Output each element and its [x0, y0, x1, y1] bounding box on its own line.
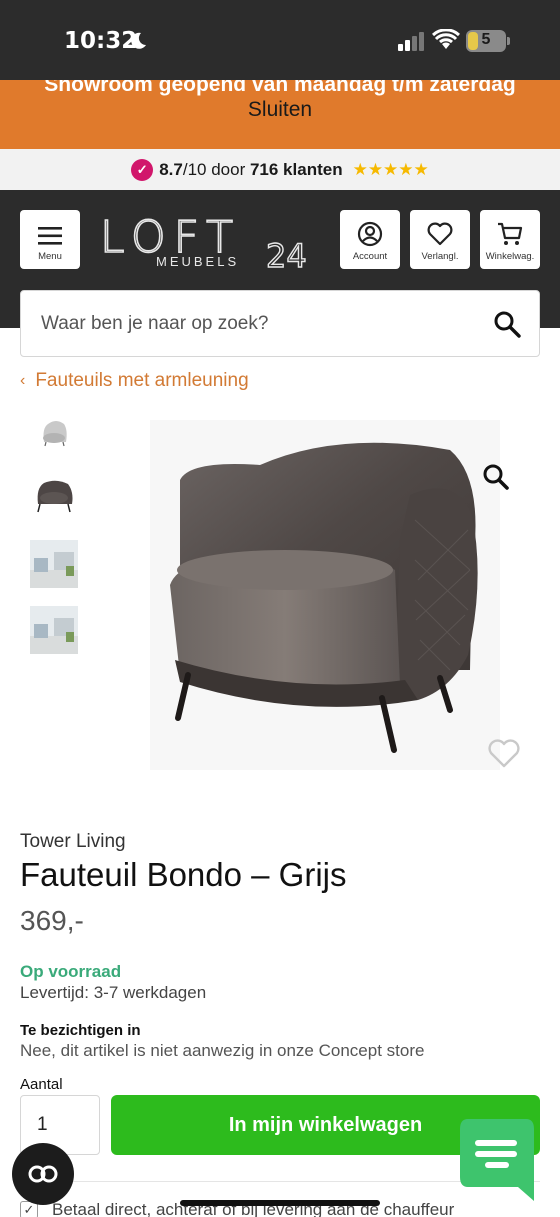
wishlist-label: Verlangl. [421, 251, 459, 262]
product-title: Fauteuil Bondo – Grijs [20, 856, 347, 893]
breadcrumb-link[interactable]: Fauteuils met armleuning [35, 370, 248, 392]
home-indicator [180, 1200, 380, 1206]
moon-icon [131, 32, 146, 49]
viewing-value: Nee, dit artikel is niet aanwezig in onz… [20, 1041, 425, 1060]
account-label: Account [352, 251, 388, 262]
battery-level: 5 [481, 31, 491, 48]
menu-label: Menu [38, 251, 62, 262]
battery-icon: 5 [466, 30, 510, 52]
wishlist-button[interactable]: Verlangl. [410, 210, 470, 269]
product-brand[interactable]: Tower Living [20, 831, 126, 853]
rating-bar[interactable]: ✓ 8.7/10 door 716 klanten ★★★★★ [0, 149, 560, 190]
stock-status: Op voorraad [20, 962, 122, 981]
promo-text: Showroom geopend van maandag t/m zaterda… [44, 80, 516, 96]
heart-icon [427, 222, 453, 246]
signal-icon [398, 32, 424, 51]
product-thumbnail-2[interactable] [30, 470, 78, 518]
status-bar: 10:32 5 [0, 0, 560, 80]
quantity-label: Aantal [20, 1076, 63, 1093]
svg-text:24: 24 [266, 237, 307, 268]
lead-time: Levertijd: 3-7 werkdagen [20, 983, 207, 1002]
promo-close-button[interactable]: Sluiten [0, 98, 560, 122]
review-logo-icon: ✓ [131, 158, 154, 181]
account-icon [357, 221, 383, 247]
product-thumbnail-4[interactable] [30, 606, 78, 654]
account-button[interactable]: Account [340, 210, 400, 269]
chat-icon[interactable] [458, 1117, 536, 1203]
site-logo[interactable]: LOFT MEUBELS 24 [98, 212, 322, 268]
wishlist-heart-icon[interactable] [487, 737, 521, 769]
menu-button[interactable]: Menu [20, 210, 80, 269]
status-time: 10:32 [64, 28, 138, 54]
rating-scale: /10 door [182, 159, 250, 179]
viewing-label: Te bezichtigen in [20, 1022, 141, 1039]
search-bar [20, 290, 540, 357]
cookie-icon [28, 1165, 58, 1183]
rating-stars: ★★★★★ [352, 159, 429, 179]
product-thumbnail-1[interactable] [30, 408, 78, 456]
product-price: 369,- [20, 905, 84, 936]
rating-count: 716 klanten [249, 159, 343, 179]
cart-icon [498, 222, 523, 245]
rating-text: 8.7/10 door 716 klanten [159, 160, 342, 180]
search-input[interactable] [41, 291, 481, 356]
product-main-image[interactable] [150, 420, 500, 770]
cart-label: Winkelwag. [485, 251, 535, 262]
promo-banner: Showroom geopend van maandag t/m zaterda… [0, 80, 560, 149]
zoom-icon[interactable] [482, 463, 510, 491]
breadcrumb[interactable]: ‹ Fauteuils met armleuning [20, 370, 249, 392]
search-icon[interactable] [493, 310, 521, 338]
wifi-icon [432, 29, 460, 49]
svg-text:MEUBELS: MEUBELS [156, 254, 239, 268]
cookie-settings-button[interactable] [12, 1143, 74, 1205]
rating-score: 8.7 [159, 159, 183, 179]
product-thumbnail-3[interactable] [30, 540, 78, 588]
menu-icon [38, 227, 62, 245]
chevron-left-icon: ‹ [20, 372, 26, 389]
cart-button[interactable]: Winkelwag. [480, 210, 540, 269]
